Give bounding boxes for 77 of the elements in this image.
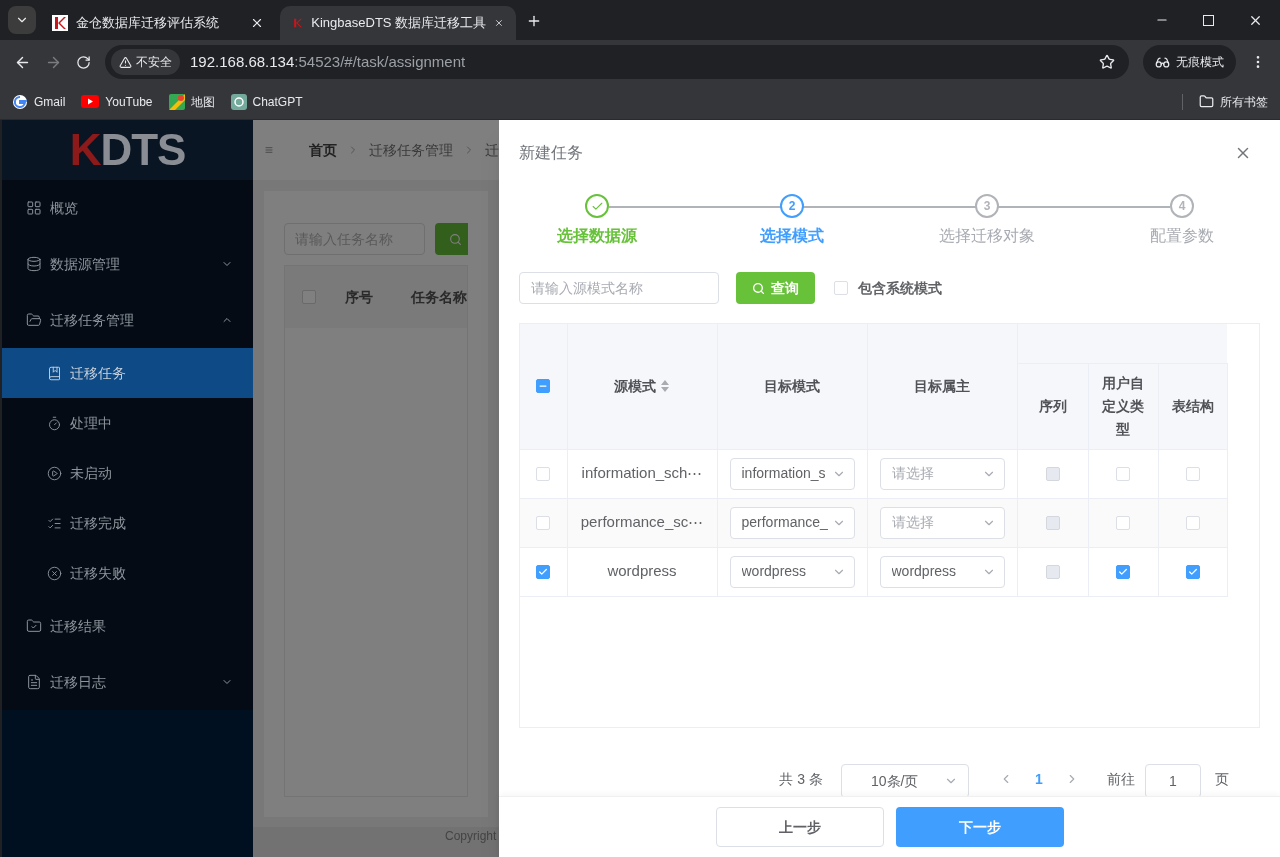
previous-step-button[interactable]: 上一步 <box>715 807 884 847</box>
breadcrumb-item[interactable]: 首页 <box>309 139 337 161</box>
url-text: 192.168.68.134:54523/#/task/assignment <box>190 51 467 72</box>
new-tab-icon[interactable] <box>526 13 542 29</box>
browser-tab[interactable]: KingbaseDTS 数据库迁移工具 <box>280 6 516 40</box>
security-chip[interactable]: 不安全 <box>111 49 180 75</box>
logo: KDTS <box>2 120 253 180</box>
page-suffix: 页 <box>1215 769 1229 789</box>
submenu-item[interactable]: 未启动 <box>2 448 253 498</box>
menu-item[interactable]: 迁移日志 <box>2 654 253 710</box>
tab-search-button[interactable] <box>8 6 36 34</box>
page-size-select[interactable]: 10条/页 <box>841 764 969 796</box>
check-icon <box>1118 566 1128 577</box>
folder-icon <box>1199 94 1214 109</box>
menu-item[interactable]: 数据源管理 <box>2 236 253 292</box>
browser-tab[interactable]: 金仓数据库迁移评估系统 <box>40 6 276 40</box>
column-header: 任务名称 <box>409 287 467 307</box>
select-field[interactable]: wordpress <box>729 555 855 588</box>
search-icon <box>448 232 462 246</box>
bookmark-link[interactable]: 地图 <box>168 92 215 111</box>
schema-name: wordpress <box>607 562 677 580</box>
page-input[interactable]: 1 <box>1145 764 1201 796</box>
step-label: 选择迁移对象 <box>939 226 1035 246</box>
search-icon <box>752 281 765 295</box>
chat-icon <box>230 93 247 110</box>
map-icon <box>168 93 185 110</box>
row-checkbox[interactable] <box>536 564 551 579</box>
submenu-item[interactable]: 迁移完成 <box>2 498 253 548</box>
bookmark-star-icon[interactable] <box>1099 54 1115 70</box>
goto-label: 前往 <box>1107 769 1135 789</box>
checkbox[interactable] <box>1116 564 1130 579</box>
bookmark-link[interactable]: Gmail <box>12 92 66 111</box>
drawer-title: 新建任务 <box>519 143 583 163</box>
step-marker: 4 <box>1170 194 1194 218</box>
maximize-icon[interactable] <box>1203 14 1214 26</box>
google-icon <box>12 93 28 110</box>
column-header: 序列 <box>1038 397 1067 414</box>
bookmarks-folder[interactable]: 所有书签 <box>1199 92 1268 111</box>
submenu-item[interactable]: 迁移任务 <box>2 348 253 398</box>
warning-icon <box>119 55 132 69</box>
submenu-item[interactable]: 迁移失败 <box>2 548 253 598</box>
search-button[interactable] <box>434 223 468 255</box>
bookmark-link[interactable]: YouTube <box>81 92 153 111</box>
reload-icon[interactable] <box>76 54 91 70</box>
checkbox[interactable] <box>1185 564 1200 579</box>
total-count: 共 3 条 <box>779 769 823 789</box>
check-icon <box>538 566 549 577</box>
submenu-item[interactable]: 处理中 <box>2 398 253 448</box>
close-tab-icon[interactable] <box>250 16 264 30</box>
schema-name: performance_sc⋯ <box>580 513 704 531</box>
schema-name: information_sch⋯ <box>581 464 703 482</box>
column-header: 目标属主 <box>914 376 970 396</box>
step-label: 配置参数 <box>1150 226 1214 246</box>
address-bar[interactable]: 不安全 192.168.68.134:54523/#/task/assignment <box>105 45 1129 79</box>
column-header: 表结构 <box>1171 397 1214 414</box>
menu-item[interactable]: 概览 <box>2 180 253 236</box>
bookmark-link[interactable]: ChatGPT <box>230 92 303 111</box>
include-system-checkbox[interactable]: 包含系统模式 <box>834 277 942 299</box>
check-icon <box>1187 566 1198 577</box>
column-header: 序号 <box>343 287 374 307</box>
step-label: 选择模式 <box>760 226 824 246</box>
menu-item[interactable]: 迁移任务管理 <box>2 292 253 348</box>
column-header[interactable]: 源模式 <box>614 375 656 397</box>
youtube-icon <box>81 95 100 108</box>
select-field[interactable]: performance_ <box>729 506 855 539</box>
select-field[interactable]: information_s <box>729 457 855 490</box>
step-marker: 2 <box>780 194 804 218</box>
profile-button[interactable]: 无痕模式 <box>1143 45 1236 79</box>
sort-icon[interactable] <box>660 379 670 394</box>
select-all-checkbox[interactable] <box>536 379 551 394</box>
menu-item[interactable]: 迁移结果 <box>2 598 253 654</box>
k-logo-icon <box>52 15 68 31</box>
step-marker: 3 <box>975 194 999 218</box>
column-header: 用户自定义类型 <box>1102 374 1144 437</box>
select-field[interactable]: wordpress <box>879 555 1005 588</box>
column-header: 目标模式 <box>764 376 820 396</box>
step-label: 选择数据源 <box>557 226 637 246</box>
